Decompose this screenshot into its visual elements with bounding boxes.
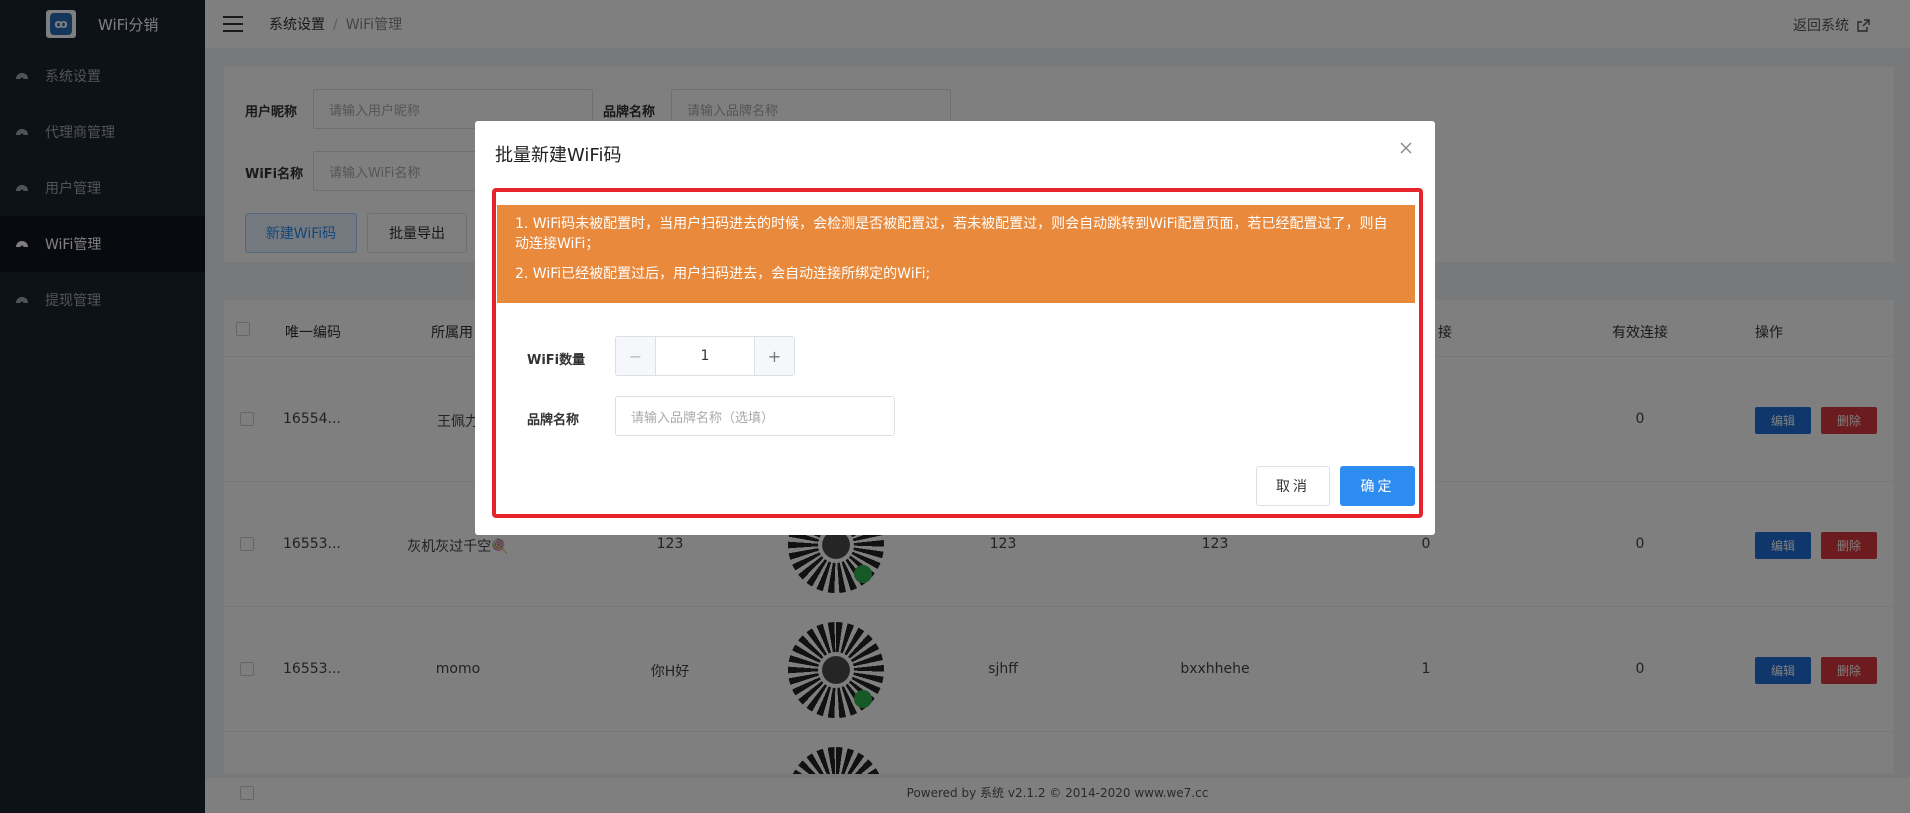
close-icon[interactable] [1399, 141, 1413, 155]
batch-create-wifi-modal: 批量新建WiFi码 1. WiFi码未被配置时，当用户扫码进去的时候，会检测是否… [475, 121, 1435, 535]
highlight-frame [492, 188, 1423, 518]
modal-title: 批量新建WiFi码 [495, 145, 622, 166]
